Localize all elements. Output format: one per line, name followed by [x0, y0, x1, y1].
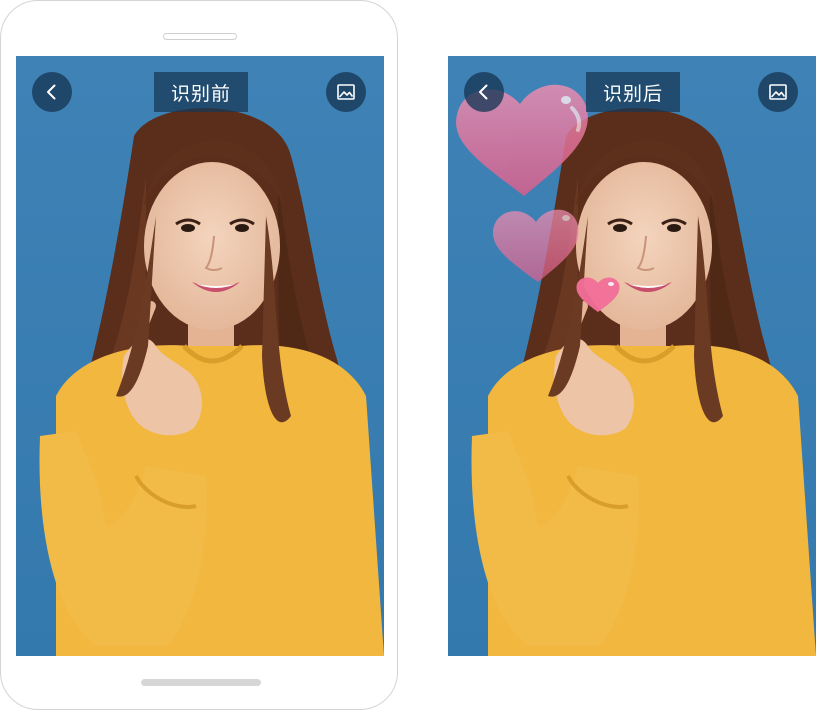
screen-title: 识别后: [586, 72, 680, 112]
gallery-button[interactable]: [326, 72, 366, 112]
image-gallery-icon: [768, 82, 788, 102]
back-button[interactable]: [464, 72, 504, 112]
chevron-left-icon: [42, 82, 62, 102]
image-gallery-icon: [336, 82, 356, 102]
phone-speaker: [163, 33, 237, 40]
screen-title: 识别前: [154, 72, 248, 112]
chevron-left-icon: [474, 82, 494, 102]
portrait-photo: [448, 56, 816, 656]
back-button[interactable]: [32, 72, 72, 112]
screen-after: 识别后: [448, 56, 816, 656]
screen-before: 识别前: [16, 56, 384, 656]
gallery-button[interactable]: [758, 72, 798, 112]
portrait-photo: [16, 56, 384, 656]
home-indicator: [141, 679, 261, 686]
